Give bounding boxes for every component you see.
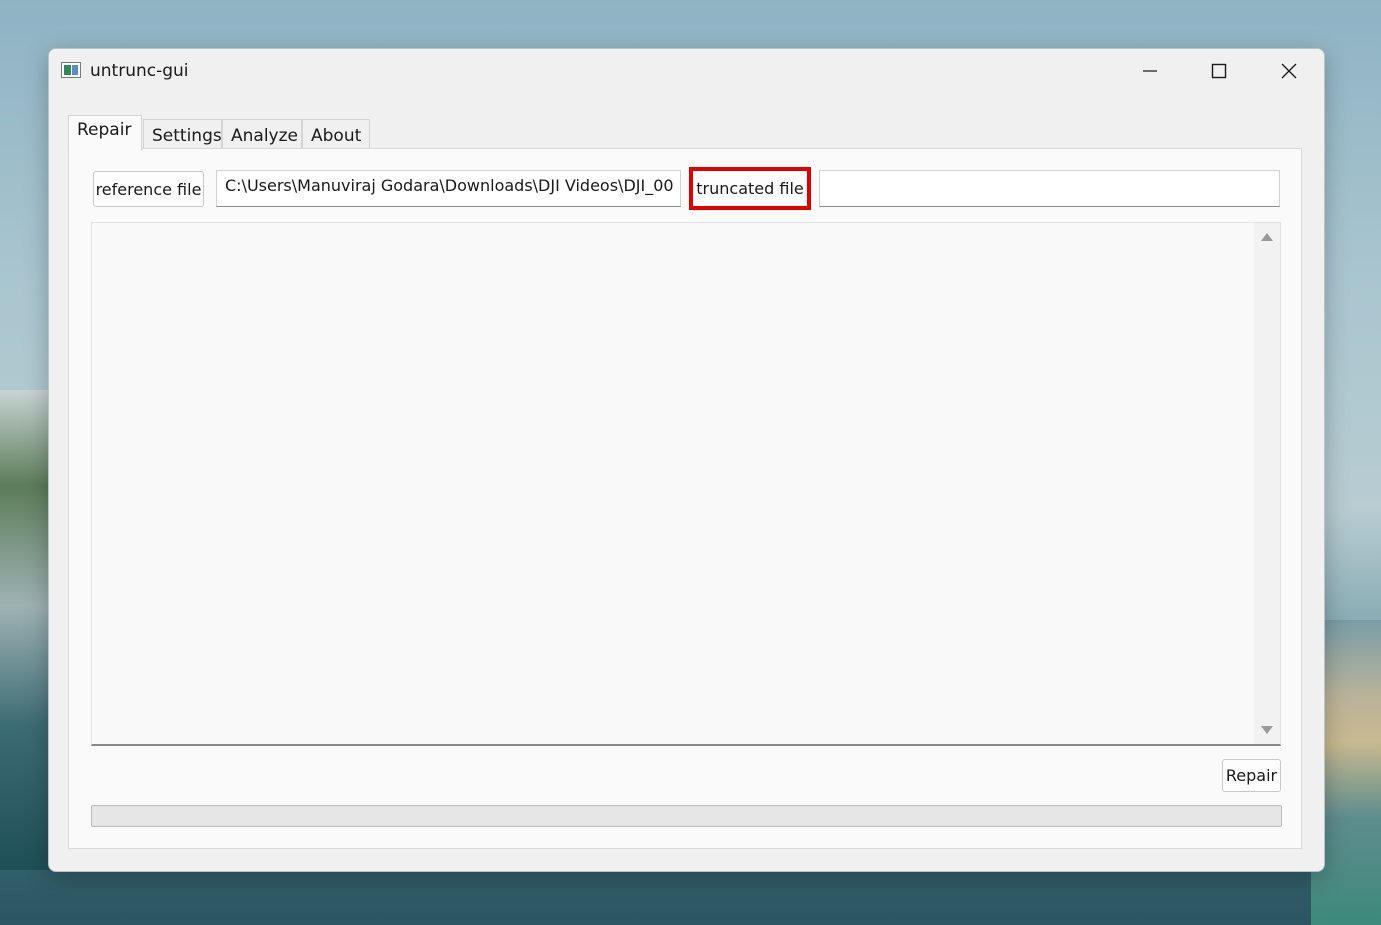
progress-bar: [91, 805, 1282, 827]
log-scrollbar[interactable]: [1254, 223, 1280, 744]
minimize-icon: [1143, 70, 1157, 72]
close-button[interactable]: [1254, 49, 1324, 93]
minimize-button[interactable]: [1115, 49, 1185, 93]
app-window: untrunc-gui Repair Settings Analyze Abou…: [48, 48, 1325, 872]
truncated-file-input[interactable]: [819, 170, 1280, 207]
reference-file-input[interactable]: C:\Users\Manuviraj Godara\Downloads\DJI …: [216, 170, 681, 207]
scroll-down-arrow-icon[interactable]: [1261, 726, 1273, 734]
window-title: untrunc-gui: [90, 61, 189, 81]
tab-repair[interactable]: Repair: [68, 115, 142, 151]
app-window-icon: [61, 62, 81, 78]
log-output[interactable]: [91, 222, 1281, 746]
reference-file-button[interactable]: reference file: [93, 171, 204, 207]
maximize-button[interactable]: [1184, 49, 1254, 93]
repair-panel: reference file C:\Users\Manuviraj Godara…: [68, 148, 1302, 849]
tab-analyze[interactable]: Analyze: [222, 119, 302, 149]
scroll-up-arrow-icon[interactable]: [1261, 233, 1273, 241]
tab-settings[interactable]: Settings: [143, 119, 222, 149]
truncated-file-button[interactable]: truncated file: [689, 167, 811, 210]
repair-button[interactable]: Repair: [1222, 759, 1281, 792]
tab-about[interactable]: About: [302, 119, 370, 149]
close-icon: [1281, 63, 1297, 79]
maximize-icon: [1211, 63, 1227, 79]
title-bar[interactable]: untrunc-gui: [49, 49, 1324, 93]
